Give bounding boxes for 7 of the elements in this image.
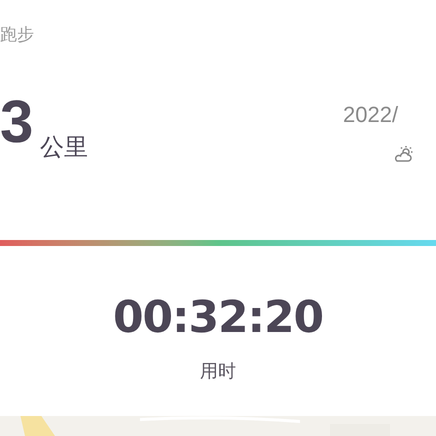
distance-unit: 公里 xyxy=(40,136,88,160)
distance-value: 3 xyxy=(0,92,34,152)
activity-type: 跑步 xyxy=(0,26,34,43)
date-text: 2022/ xyxy=(343,104,398,126)
duration-label: 用时 xyxy=(200,362,236,380)
weather-icon xyxy=(395,146,413,162)
duration-value: 00:32:20 xyxy=(112,296,324,340)
